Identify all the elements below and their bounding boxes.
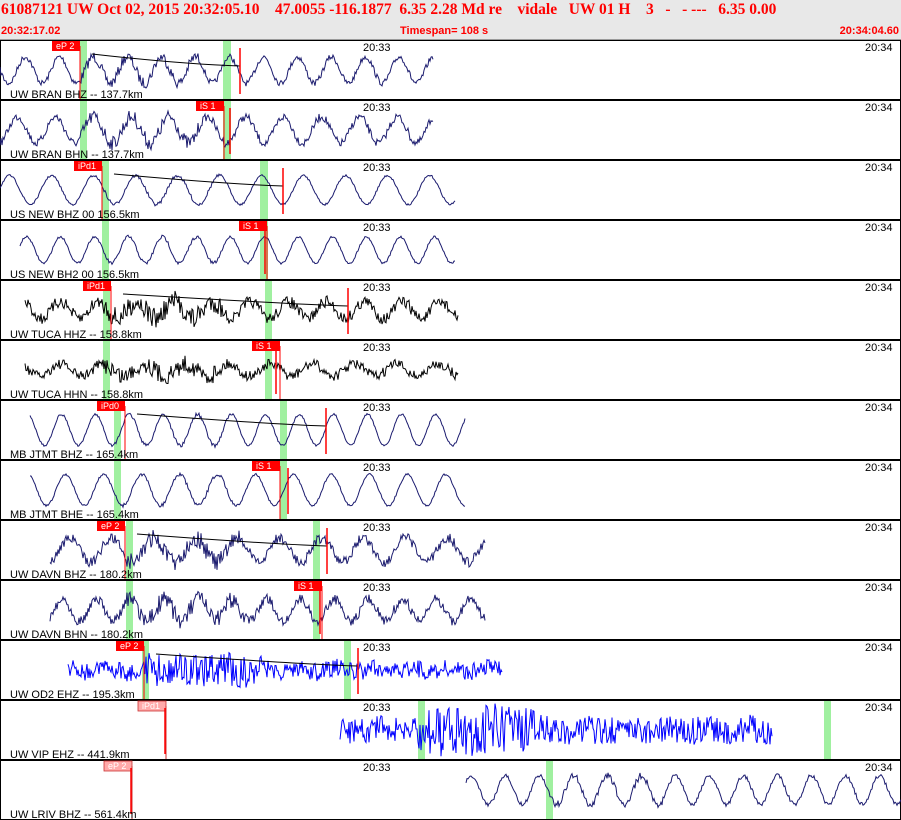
time-tick-label: 20:33 [363, 702, 391, 714]
phase-window [418, 701, 425, 759]
time-tick-label: 20:34 [865, 702, 893, 714]
phase-window [280, 401, 287, 459]
trace-panel-5[interactable]: iPd1 20:33 20:34 UW TUCA HHZ -- 158.8km [0, 280, 901, 342]
phase-window [546, 761, 553, 819]
time-tick-label: 20:33 [363, 342, 391, 354]
event-summary: 61087121 UW Oct 02, 2015 20:32:05.10 47.… [1, 1, 777, 18]
trace-panel-11[interactable]: eP 2 20:33 20:34 UW OD2 EHZ -- 195.3km [0, 640, 901, 702]
pick-label: iS 1 [256, 341, 272, 351]
phase-window [265, 281, 272, 339]
pick-label: iS 1 [200, 101, 216, 111]
pick-label: iPd1 [142, 701, 160, 711]
time-tick-label: 20:34 [865, 522, 893, 534]
channel-label: US NEW BHZ 00 156.5km [10, 209, 140, 221]
pick-label: iPd0 [101, 401, 119, 411]
phase-window [223, 41, 231, 99]
time-tick-label: 20:34 [865, 762, 893, 774]
time-tick-label: 20:33 [363, 162, 391, 174]
channel-label: UW LRIV BHZ -- 561.4km [10, 809, 137, 820]
channel-label: UW TUCA HHZ -- 158.8km [10, 329, 142, 341]
trace-panel-6[interactable]: iS 1 20:33 20:34 UW TUCA HHN -- 158.8km [0, 340, 901, 402]
time-tick-label: 20:33 [363, 222, 391, 234]
trace-panel-3[interactable]: iPd1 20:33 20:34 US NEW BHZ 00 156.5km [0, 160, 901, 222]
seismogram-panels[interactable]: eP 2 20:33 20:34UW BRAN BHZ -- 137.7kmiS 1… [0, 40, 901, 820]
time-tick-label: 20:34 [865, 642, 893, 654]
panel-frame [0, 700, 901, 760]
trace-panel-13[interactable]: eP 2 20:33 20:34 UW LRIV BHZ -- 561.4km [0, 760, 901, 820]
timespan-label: Timespan= 108 s [400, 25, 489, 37]
phase-window [280, 461, 287, 519]
time-tick-label: 20:33 [363, 582, 391, 594]
time-tick-label: 20:34 [865, 582, 893, 594]
time-tick-label: 20:33 [363, 462, 391, 474]
time-tick-label: 20:33 [363, 42, 391, 54]
trace-panel-2[interactable]: iS 1 20:33 20:34 UW BRAN BHN -- 137.7km [0, 100, 901, 162]
channel-label: MB JTMT BHZ -- 165.4km [10, 449, 138, 461]
time-tick-label: 20:34 [865, 402, 893, 414]
channel-label: UW TUCA HHN -- 158.8km [10, 389, 143, 401]
pick-label: iS 1 [298, 581, 314, 591]
time-tick-label: 20:34 [865, 102, 893, 114]
time-tick-label: 20:34 [865, 342, 893, 354]
event-header: 61087121 UW Oct 02, 2015 20:32:05.10 47.… [0, 0, 901, 40]
pick-label: iS 1 [256, 461, 272, 471]
phase-window [313, 521, 320, 579]
channel-label: UW VIP EHZ -- 441.9km [10, 749, 130, 761]
pick-label: eP 2 [56, 41, 74, 51]
time-tick-label: 20:34 [865, 222, 893, 234]
time-tick-label: 20:33 [363, 642, 391, 654]
trace-panel-12[interactable]: iPd1 20:33 20:34 UW VIP EHZ -- 441.9km [0, 700, 901, 762]
time-tick-label: 20:34 [865, 162, 893, 174]
phase-window [824, 701, 831, 759]
time-tick-label: 20:33 [363, 402, 391, 414]
trace-panel-1[interactable]: eP 2 20:33 20:34 UW BRAN BHZ -- 137.7km [0, 40, 901, 102]
channel-label: UW DAVN BHZ -- 180.2km [10, 569, 142, 581]
trace-panel-4[interactable]: iS 1 20:33 20:34 US NEW BH2 00 156.5km [0, 220, 901, 282]
time-tick-label: 20:33 [363, 762, 391, 774]
pick-label: eP 2 [108, 761, 126, 771]
channel-label: UW OD2 EHZ -- 195.3km [10, 689, 135, 701]
channel-label: MB JTMT BHE -- 165.4km [10, 509, 139, 521]
trace-panel-8[interactable]: iS 1 20:33 20:34 MB JTMT BHE -- 165.4km [0, 460, 901, 522]
channel-label: UW BRAN BHZ -- 137.7km [10, 89, 143, 101]
pick-label: eP 2 [120, 641, 138, 651]
time-tick-label: 20:34 [865, 282, 893, 294]
end-time: 20:34:04.60 [839, 25, 899, 37]
pick-label: iPd1 [78, 161, 96, 171]
trace-panel-9[interactable]: eP 2 20:33 20:34 UW DAVN BHZ -- 180.2km [0, 520, 901, 582]
time-tick-label: 20:34 [865, 42, 893, 54]
time-tick-label: 20:33 [363, 102, 391, 114]
time-tick-label: 20:33 [363, 522, 391, 534]
trace-panel-10[interactable]: iS 1 20:33 20:34 UW DAVN BHN -- 180.2km [0, 580, 901, 642]
time-tick-label: 20:34 [865, 462, 893, 474]
phase-window [260, 161, 268, 219]
start-time: 20:32:17.02 [1, 25, 61, 37]
time-tick-label: 20:33 [363, 282, 391, 294]
pick-label: iPd1 [87, 281, 105, 291]
pick-label: eP 2 [101, 521, 119, 531]
channel-label: UW BRAN BHN -- 137.7km [10, 149, 144, 161]
channel-label: US NEW BH2 00 156.5km [10, 269, 139, 281]
pick-label: iS 1 [243, 221, 259, 231]
channel-label: UW DAVN BHN -- 180.2km [10, 629, 143, 641]
trace-panel-7[interactable]: iPd0 20:33 20:34 MB JTMT BHZ -- 165.4km [0, 400, 901, 462]
